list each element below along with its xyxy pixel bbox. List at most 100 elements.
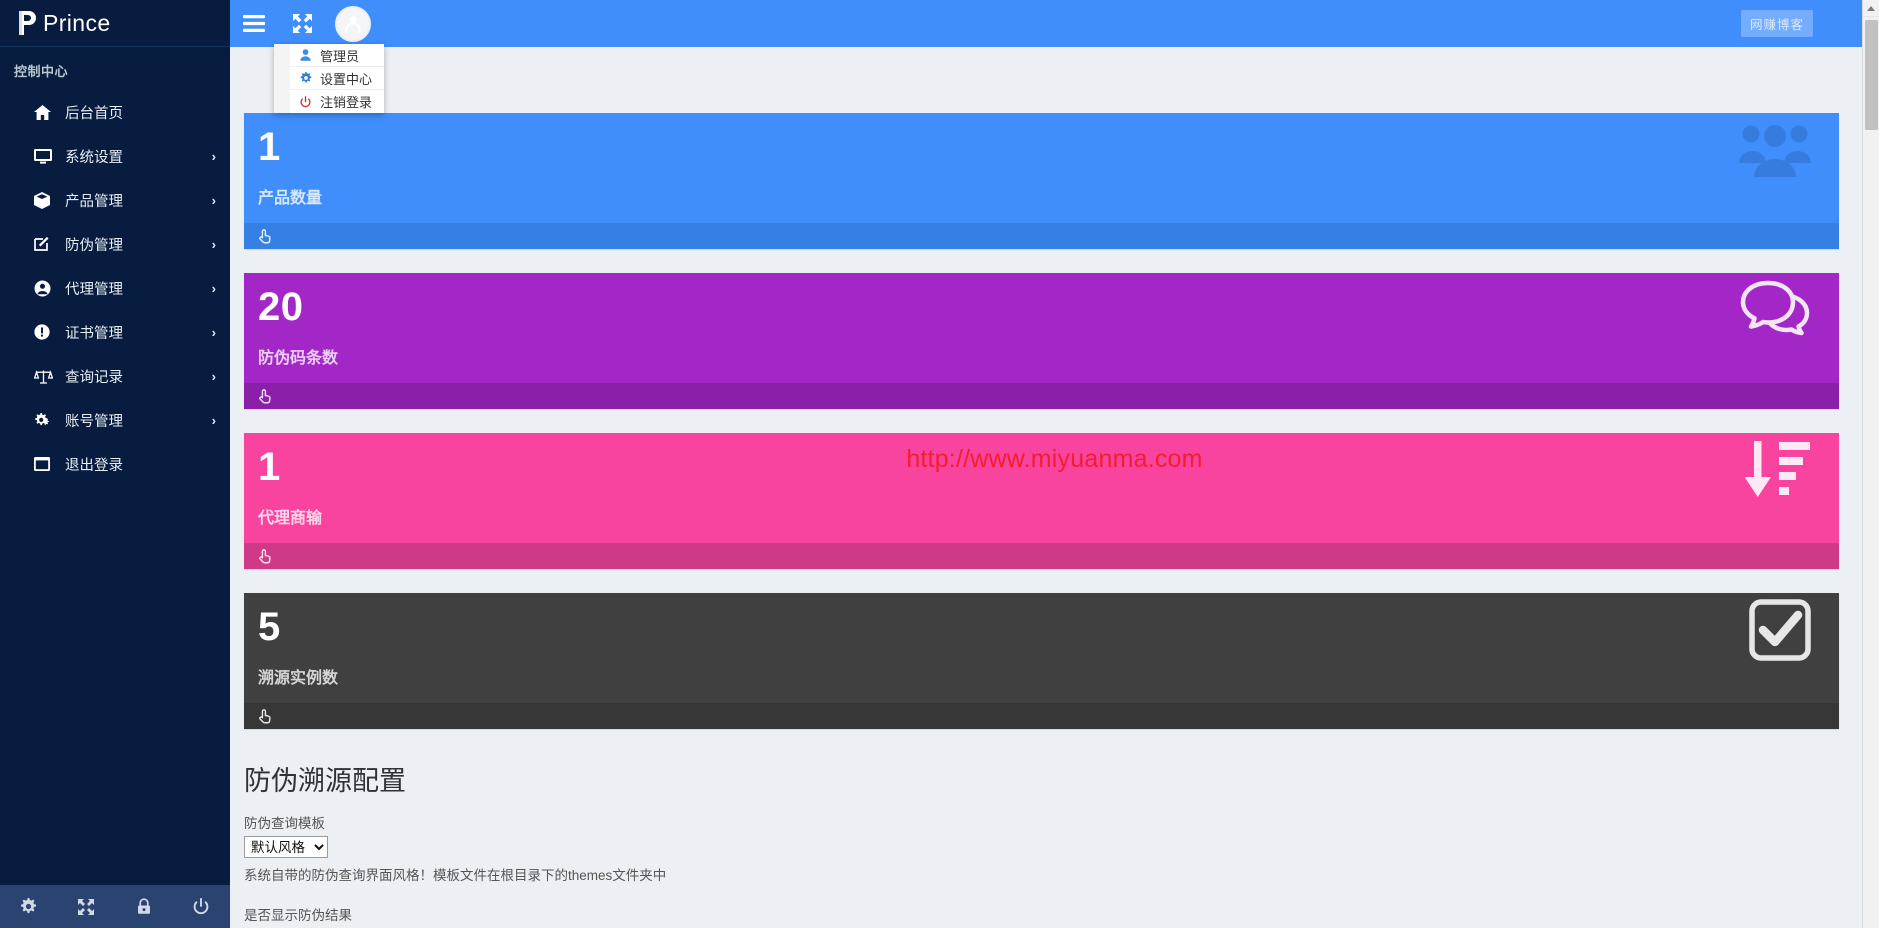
sidebar-item-label: 证书管理 bbox=[65, 325, 123, 342]
expand-arrows-icon[interactable] bbox=[58, 885, 116, 928]
stat-label: 防伪码条数 bbox=[258, 350, 339, 367]
sidebar-item-label: 防伪管理 bbox=[65, 237, 123, 254]
sidebar-item-certificate-management[interactable]: 证书管理 › bbox=[0, 310, 230, 354]
fullscreen-button[interactable] bbox=[278, 0, 326, 47]
user-avatar-button[interactable] bbox=[326, 0, 380, 47]
balance-scale-icon bbox=[34, 369, 56, 384]
sort-amount-desc-icon bbox=[1743, 439, 1811, 501]
chevron-right-icon: › bbox=[211, 368, 216, 384]
hand-pointer-icon bbox=[258, 228, 272, 244]
stat-value: 20 bbox=[258, 285, 304, 329]
stat-card-footer[interactable] bbox=[244, 703, 1839, 729]
scroll-up-arrow-icon[interactable] bbox=[1863, 0, 1879, 17]
user-avatar-icon bbox=[342, 13, 364, 35]
admin-dashboard-page: Prince 控制中心 后台首页 系统设置 › 产品管理 › 防伪管理 › 代理… bbox=[0, 0, 1879, 928]
sidebar-item-label: 后台首页 bbox=[65, 105, 123, 122]
scrollbar-thumb[interactable] bbox=[1865, 20, 1878, 130]
field-label: 防伪查询模板 bbox=[244, 816, 325, 831]
stat-value: 1 bbox=[258, 125, 281, 169]
sidebar-item-label: 产品管理 bbox=[65, 193, 123, 210]
sidebar-item-home[interactable]: 后台首页 bbox=[0, 90, 230, 134]
stat-cards-container: 1 产品数量 20 防伪码条数 1 代理商输 5 溯源实例数 bbox=[244, 47, 1865, 729]
sidebar-item-label: 代理管理 bbox=[65, 281, 123, 298]
gear-icon[interactable] bbox=[0, 885, 58, 928]
sidebar-item-label: 系统设置 bbox=[65, 149, 123, 166]
chevron-right-icon: › bbox=[211, 412, 216, 428]
stat-card-product-count[interactable]: 1 产品数量 bbox=[244, 113, 1839, 249]
sidebar-item-label: 退出登录 bbox=[65, 457, 123, 474]
brand-logo[interactable]: Prince bbox=[0, 0, 230, 47]
comments-icon bbox=[1739, 279, 1811, 337]
form-group-show-result: 是否显示防伪结果 显示 bbox=[244, 904, 1865, 928]
sidebar-item-product-management[interactable]: 产品管理 › bbox=[0, 178, 230, 222]
expand-arrows-icon bbox=[292, 14, 312, 33]
lock-icon[interactable] bbox=[115, 885, 173, 928]
cube-icon bbox=[34, 191, 56, 209]
stat-card-footer[interactable] bbox=[244, 383, 1839, 409]
main-content: http://www.miyuanma.com 1 产品数量 20 防伪码条数 … bbox=[230, 47, 1879, 928]
sidebar-item-label: 账号管理 bbox=[65, 413, 123, 430]
stat-label: 代理商输 bbox=[258, 510, 323, 527]
sidebar-item-system-settings[interactable]: 系统设置 › bbox=[0, 134, 230, 178]
prince-p-logo-icon bbox=[16, 9, 39, 37]
stat-card-agent-count[interactable]: 1 代理商输 bbox=[244, 433, 1839, 569]
sidebar-item-account-management[interactable]: 账号管理 › bbox=[0, 398, 230, 442]
config-section: 防伪溯源配置 防伪查询模板 默认风格 系统自带的防伪查询界面风格！模板文件在根目… bbox=[244, 753, 1865, 928]
menu-item-admin[interactable]: 管理员 bbox=[290, 44, 384, 67]
top-header-bar: 网赚博客 bbox=[230, 0, 1879, 47]
stat-card-footer[interactable] bbox=[244, 223, 1839, 249]
chevron-right-icon: › bbox=[211, 148, 216, 164]
avatar bbox=[335, 5, 371, 42]
exclamation-circle-icon bbox=[34, 324, 56, 340]
check-square-icon bbox=[1749, 599, 1811, 661]
window-icon bbox=[34, 457, 56, 471]
sidebar: Prince 控制中心 后台首页 系统设置 › 产品管理 › 防伪管理 › 代理… bbox=[0, 0, 230, 928]
menu-toggle-button[interactable] bbox=[230, 0, 278, 47]
hand-pointer-icon bbox=[258, 548, 272, 564]
sidebar-item-label: 查询记录 bbox=[65, 369, 123, 386]
stat-value: 1 bbox=[258, 445, 281, 489]
section-title: 防伪溯源配置 bbox=[244, 766, 406, 796]
hand-pointer-icon bbox=[258, 708, 272, 724]
menu-item-logout[interactable]: 注销登录 bbox=[290, 90, 384, 113]
page-scrollbar[interactable] bbox=[1862, 0, 1879, 928]
form-group-query-template: 防伪查询模板 默认风格 系统自带的防伪查询界面风格！模板文件在根目录下的them… bbox=[244, 812, 1865, 884]
stat-card-trace-instance-count[interactable]: 5 溯源实例数 bbox=[244, 593, 1839, 729]
sidebar-item-query-records[interactable]: 查询记录 › bbox=[0, 354, 230, 398]
hamburger-icon bbox=[243, 15, 265, 32]
home-icon bbox=[34, 104, 56, 120]
stat-label: 产品数量 bbox=[258, 190, 323, 207]
stat-value: 5 bbox=[258, 605, 281, 649]
gear-icon bbox=[298, 72, 313, 84]
status-badge[interactable]: 网赚博客 bbox=[1740, 10, 1813, 37]
chevron-right-icon: › bbox=[211, 192, 216, 208]
stat-label: 溯源实例数 bbox=[258, 670, 339, 687]
power-icon bbox=[298, 95, 313, 108]
chevron-right-icon: › bbox=[211, 280, 216, 296]
user-dropdown-menu: 管理员 设置中心 注销登录 bbox=[274, 44, 384, 113]
chevron-right-icon: › bbox=[211, 324, 216, 340]
sidebar-footer-toolbar bbox=[0, 885, 230, 928]
chevron-right-icon: › bbox=[211, 236, 216, 252]
users-group-icon bbox=[1739, 119, 1811, 181]
menu-item-label: 管理员 bbox=[320, 48, 360, 64]
sidebar-item-logout[interactable]: 退出登录 bbox=[0, 442, 230, 486]
user-circle-icon bbox=[34, 280, 56, 297]
menu-item-label: 注销登录 bbox=[320, 95, 373, 110]
query-template-select[interactable]: 默认风格 bbox=[244, 836, 328, 858]
edit-square-icon bbox=[34, 236, 56, 252]
user-icon bbox=[298, 49, 313, 61]
sidebar-item-agent-management[interactable]: 代理管理 › bbox=[0, 266, 230, 310]
field-help-text: 系统自带的防伪查询界面风格！模板文件在根目录下的themes文件夹中 bbox=[244, 868, 667, 883]
menu-item-settings-center[interactable]: 设置中心 bbox=[290, 67, 384, 90]
gears-icon bbox=[34, 412, 56, 428]
desktop-icon bbox=[34, 148, 56, 164]
stat-card-code-count[interactable]: 20 防伪码条数 bbox=[244, 273, 1839, 409]
sidebar-item-anti-counterfeit[interactable]: 防伪管理 › bbox=[0, 222, 230, 266]
brand-name: Prince bbox=[43, 9, 111, 36]
hand-pointer-icon bbox=[258, 388, 272, 404]
stat-card-footer[interactable] bbox=[244, 543, 1839, 569]
menu-item-label: 设置中心 bbox=[320, 71, 373, 87]
field-label: 是否显示防伪结果 bbox=[244, 908, 352, 923]
power-icon[interactable] bbox=[173, 885, 231, 928]
